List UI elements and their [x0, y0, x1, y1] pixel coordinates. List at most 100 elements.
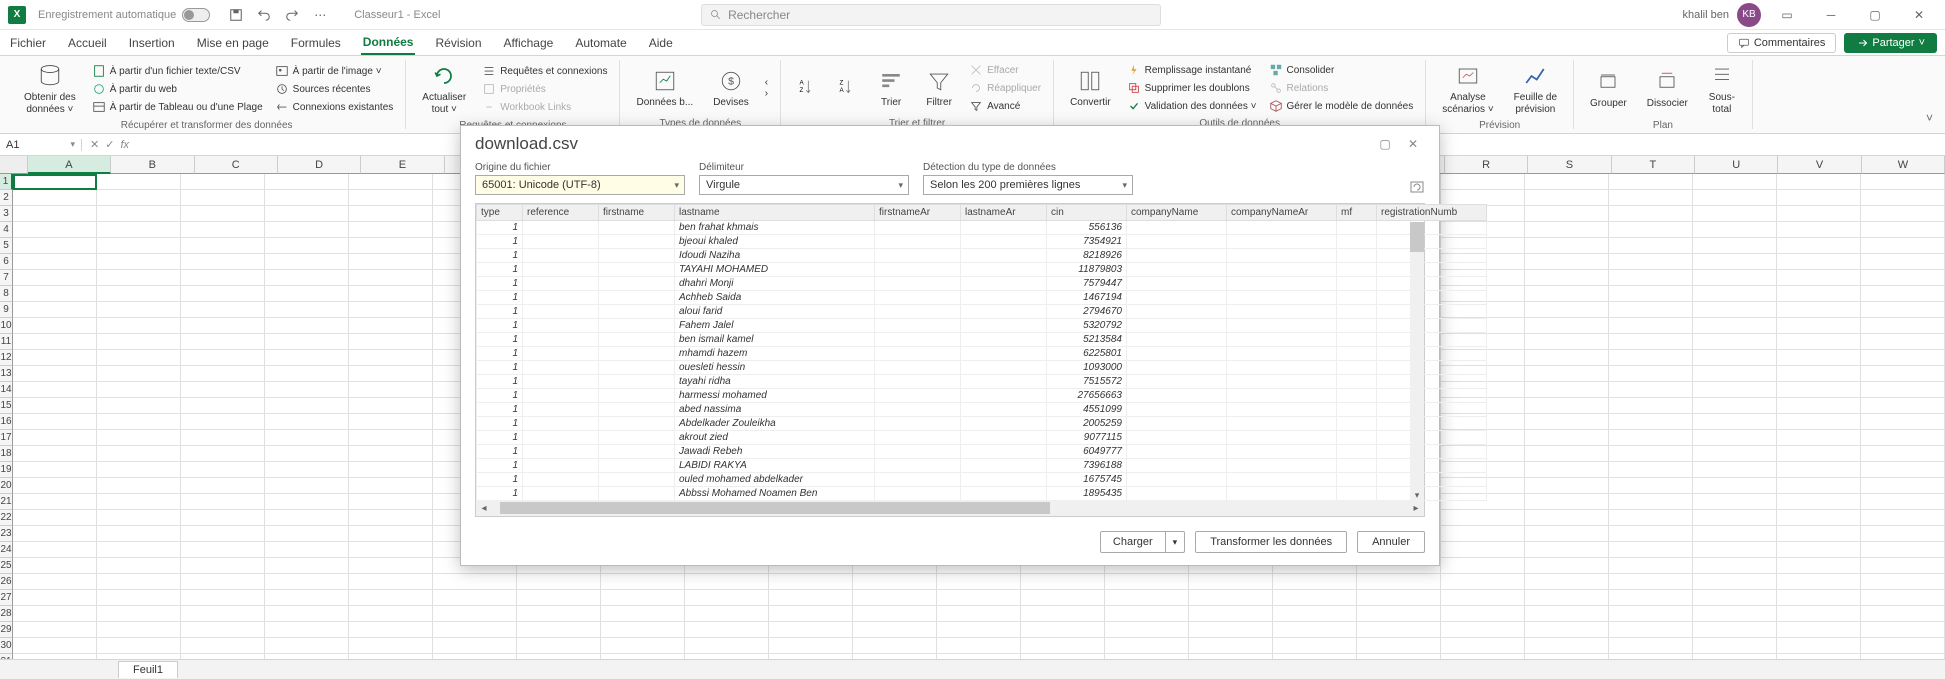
cell[interactable]: [1693, 590, 1777, 606]
row-header[interactable]: 4: [0, 222, 13, 238]
cell[interactable]: [13, 286, 97, 302]
cell[interactable]: [1693, 462, 1777, 478]
cell[interactable]: [937, 574, 1021, 590]
cell[interactable]: [1021, 638, 1105, 654]
cell[interactable]: [517, 590, 601, 606]
cell[interactable]: [1861, 638, 1945, 654]
column-header[interactable]: B: [111, 156, 194, 174]
cell[interactable]: [1525, 302, 1609, 318]
cell[interactable]: [1525, 414, 1609, 430]
cell[interactable]: [1189, 590, 1273, 606]
cell[interactable]: [1777, 238, 1861, 254]
cell[interactable]: [1609, 574, 1693, 590]
row-header[interactable]: 7: [0, 270, 13, 286]
cell[interactable]: [13, 574, 97, 590]
cell[interactable]: [97, 254, 181, 270]
cell[interactable]: [1861, 510, 1945, 526]
cell[interactable]: [265, 302, 349, 318]
qat-dropdown-icon[interactable]: ⋯: [312, 7, 328, 23]
cell[interactable]: [1021, 574, 1105, 590]
cell[interactable]: [349, 590, 433, 606]
cell[interactable]: [13, 542, 97, 558]
cell[interactable]: [1273, 638, 1357, 654]
cell[interactable]: [1525, 222, 1609, 238]
undo-icon[interactable]: [256, 7, 272, 23]
cell[interactable]: [685, 638, 769, 654]
from-web-button[interactable]: À partir du web: [90, 81, 265, 97]
cell[interactable]: [1693, 302, 1777, 318]
cell[interactable]: [1777, 478, 1861, 494]
cell[interactable]: [1861, 206, 1945, 222]
cell[interactable]: [1609, 414, 1693, 430]
cell[interactable]: [265, 382, 349, 398]
cell[interactable]: [1525, 638, 1609, 654]
cell[interactable]: [1609, 286, 1693, 302]
cell[interactable]: [1441, 558, 1525, 574]
table-row[interactable]: 1harmessi mohamed27656663: [477, 389, 1487, 403]
fx-icon[interactable]: fx: [120, 139, 129, 151]
cell[interactable]: [13, 558, 97, 574]
cell[interactable]: [97, 270, 181, 286]
cell[interactable]: [853, 622, 937, 638]
cell[interactable]: [1525, 574, 1609, 590]
tab-insert[interactable]: Insertion: [127, 32, 177, 54]
cell[interactable]: [1693, 190, 1777, 206]
row-header[interactable]: 22: [0, 510, 13, 526]
cell[interactable]: [853, 590, 937, 606]
cell[interactable]: [1525, 462, 1609, 478]
preview-column-header[interactable]: cin: [1047, 205, 1127, 221]
cell[interactable]: [265, 270, 349, 286]
cell[interactable]: [1693, 446, 1777, 462]
cell[interactable]: [13, 318, 97, 334]
cell[interactable]: [1525, 590, 1609, 606]
get-data-button[interactable]: Obtenir des données ˅: [18, 60, 82, 118]
cell[interactable]: [97, 494, 181, 510]
preview-column-header[interactable]: companyName: [1127, 205, 1227, 221]
cell[interactable]: [97, 286, 181, 302]
cell[interactable]: [1777, 190, 1861, 206]
cell[interactable]: [1777, 590, 1861, 606]
refresh-preview-icon[interactable]: [1409, 179, 1425, 195]
chevron-down-icon[interactable]: ▾: [70, 139, 75, 150]
row-header[interactable]: 3: [0, 206, 13, 222]
cell[interactable]: [433, 622, 517, 638]
column-header[interactable]: A: [28, 156, 111, 174]
cell[interactable]: [97, 302, 181, 318]
cell[interactable]: [1189, 574, 1273, 590]
cell[interactable]: [1693, 574, 1777, 590]
table-row[interactable]: 1tayahi ridha7515572: [477, 375, 1487, 389]
row-header[interactable]: 29: [0, 622, 13, 638]
cell[interactable]: [97, 190, 181, 206]
cell[interactable]: [349, 526, 433, 542]
cell[interactable]: [349, 302, 433, 318]
cell[interactable]: [1525, 542, 1609, 558]
cell[interactable]: [1861, 606, 1945, 622]
cell[interactable]: [1525, 558, 1609, 574]
row-header[interactable]: 10: [0, 318, 13, 334]
cell[interactable]: [1861, 462, 1945, 478]
cell[interactable]: [181, 558, 265, 574]
cell[interactable]: [181, 606, 265, 622]
cell[interactable]: [265, 254, 349, 270]
cell[interactable]: [1861, 494, 1945, 510]
cell[interactable]: [13, 302, 97, 318]
cell[interactable]: [1693, 510, 1777, 526]
cell[interactable]: [1861, 254, 1945, 270]
cell[interactable]: [853, 606, 937, 622]
column-header[interactable]: R: [1445, 156, 1528, 174]
from-csv-button[interactable]: À partir d'un fichier texte/CSV: [90, 63, 265, 79]
group-button[interactable]: Grouper: [1584, 60, 1633, 118]
cell[interactable]: [97, 446, 181, 462]
flash-fill-button[interactable]: Remplissage instantané: [1125, 62, 1259, 78]
cell[interactable]: [181, 446, 265, 462]
cell[interactable]: [13, 398, 97, 414]
cell[interactable]: [1441, 638, 1525, 654]
cell[interactable]: [1693, 542, 1777, 558]
cell[interactable]: [265, 590, 349, 606]
cell[interactable]: [265, 494, 349, 510]
share-button[interactable]: Partager ˅: [1844, 33, 1937, 53]
cell[interactable]: [685, 590, 769, 606]
cell[interactable]: [601, 622, 685, 638]
tab-review[interactable]: Révision: [433, 32, 483, 54]
cell[interactable]: [97, 398, 181, 414]
